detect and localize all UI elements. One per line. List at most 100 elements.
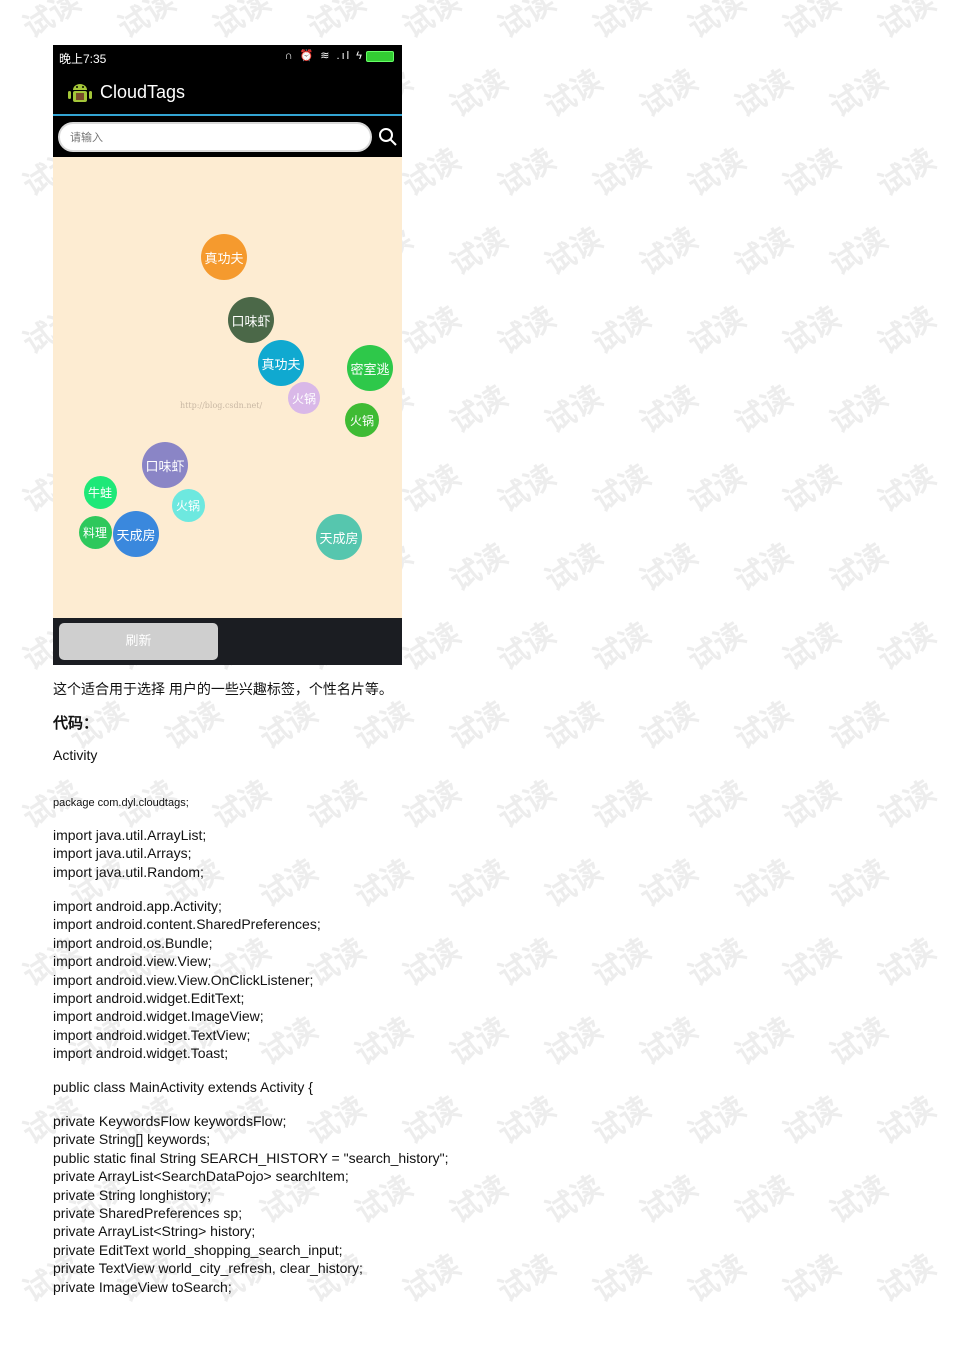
refresh-button[interactable]: 刷新 [59,623,218,660]
field-declarations: private KeywordsFlow keywordsFlow; priva… [53,1113,449,1295]
watermark-text: 试读 [444,853,514,915]
caption-text: 这个适合用于选择 用户的一些兴趣标签，个性名片等。 [53,681,393,697]
tag-bubble[interactable]: 天成房 [113,511,159,557]
watermark-text: 试读 [729,853,799,915]
tag-cloud: http://blog.csdn.net/ 真功夫 口味虾 真功夫 密室逃 火锅 火锅 口味… [53,157,402,618]
tag-bubble[interactable]: 火锅 [288,382,320,414]
android-app-icon [68,84,92,102]
watermark-text: 试读 [17,0,87,46]
watermark-text: 试读 [824,695,894,757]
watermark-text: 试读 [349,853,419,915]
watermark-text: 试读 [682,142,752,204]
watermark-text: 试读 [539,537,609,599]
watermark-text: 试读 [824,221,894,283]
watermark-text: 试读 [682,616,752,678]
watermark-text: 试读 [587,774,657,836]
phone-screenshot: 晚上7:35 ∩ ⏰ ≋ .ıl ϟ CloudTags http://blog… [53,45,402,665]
watermark-text: 试读 [397,774,467,836]
watermark-text: 试读 [397,616,467,678]
watermark-text: 试读 [824,63,894,125]
watermark-text: 试读 [207,0,277,46]
watermark-text: 试读 [824,853,894,915]
watermark-text: 试读 [634,695,704,757]
watermark-text: 试读 [444,221,514,283]
watermark-text: 试读 [824,537,894,599]
tag-bubble[interactable]: 牛蛙 [83,475,117,509]
watermark-text: 试读 [634,1169,704,1231]
watermark-text: 试读 [492,458,562,520]
action-bar: CloudTags [53,69,402,116]
watermark-text: 试读 [729,695,799,757]
search-input[interactable] [58,122,372,152]
watermark-text: 试读 [444,63,514,125]
watermark-text: 试读 [872,458,942,520]
bottom-bar: 刷新 [53,618,402,665]
tag-bubble[interactable]: 真功夫 [201,234,247,280]
status-time: 晚上7:35 [59,52,107,66]
watermark-text: 试读 [492,300,562,362]
watermark-text: 试读 [777,1248,847,1310]
watermark-text: 试读 [682,1090,752,1152]
watermark-text: 试读 [397,0,467,46]
watermark-text: 试读 [824,1169,894,1231]
tag-bubble[interactable]: 火锅 [171,488,205,522]
watermark-text: 试读 [777,0,847,46]
watermark-text: 试读 [444,1169,514,1231]
watermark-text: 试读 [872,1248,942,1310]
watermark-text: 试读 [729,1169,799,1231]
android-imports: import android.app.Activity; import andr… [53,898,321,1062]
watermark-text: 试读 [634,379,704,441]
tag-bubble[interactable]: 火锅 [345,403,379,437]
package-line: package com.dyl.cloudtags; [53,797,189,809]
watermark-text: 试读 [872,142,942,204]
watermark-text: 试读 [729,221,799,283]
status-icons: ∩ ⏰ ≋ .ıl ϟ [285,49,394,62]
watermark-text: 试读 [872,1090,942,1152]
watermark-text: 试读 [682,932,752,994]
watermark-text: 试读 [587,142,657,204]
watermark-text: 试读 [349,1011,419,1073]
watermark-text: 试读 [634,537,704,599]
status-bar: 晚上7:35 ∩ ⏰ ≋ .ıl ϟ [53,45,402,69]
watermark-text: 试读 [539,221,609,283]
watermark-text: 试读 [777,300,847,362]
watermark-text: 试读 [872,0,942,46]
search-icon[interactable] [378,127,398,147]
activity-label: Activity [53,747,98,763]
watermark-text: 试读 [729,63,799,125]
tag-bubble[interactable]: 口味虾 [228,297,274,343]
image-watermark: http://blog.csdn.net/ [180,401,263,410]
watermark-text: 试读 [397,142,467,204]
watermark-text: 试读 [587,1090,657,1152]
watermark-text: 试读 [539,853,609,915]
watermark-text: 试读 [397,932,467,994]
watermark-text: 试读 [302,0,372,46]
tag-bubble[interactable]: 天成房 [316,514,362,560]
watermark-text: 试读 [824,379,894,441]
watermark-text: 试读 [682,1248,752,1310]
watermark-text: 试读 [539,1169,609,1231]
watermark-text: 试读 [587,932,657,994]
watermark-text: 试读 [777,458,847,520]
watermark-text: 试读 [444,695,514,757]
watermark-text: 试读 [539,695,609,757]
watermark-text: 试读 [872,774,942,836]
watermark-text: 试读 [444,537,514,599]
watermark-text: 试读 [492,1248,562,1310]
watermark-text: 试读 [492,774,562,836]
watermark-text: 试读 [207,774,277,836]
tag-bubble[interactable]: 真功夫 [258,340,304,386]
watermark-text: 试读 [539,63,609,125]
watermark-text: 试读 [682,774,752,836]
watermark-text: 试读 [492,616,562,678]
tag-bubble[interactable]: 口味虾 [142,442,188,488]
watermark-text: 试读 [112,0,182,46]
watermark-text: 试读 [872,932,942,994]
class-declaration: public class MainActivity extends Activi… [53,1079,313,1095]
watermark-text: 试读 [492,1090,562,1152]
tag-bubble[interactable]: 料理 [78,515,112,549]
tag-bubble[interactable]: 密室逃 [347,345,393,391]
watermark-text: 试读 [777,774,847,836]
watermark-text: 试读 [682,0,752,46]
watermark-text: 试读 [634,63,704,125]
